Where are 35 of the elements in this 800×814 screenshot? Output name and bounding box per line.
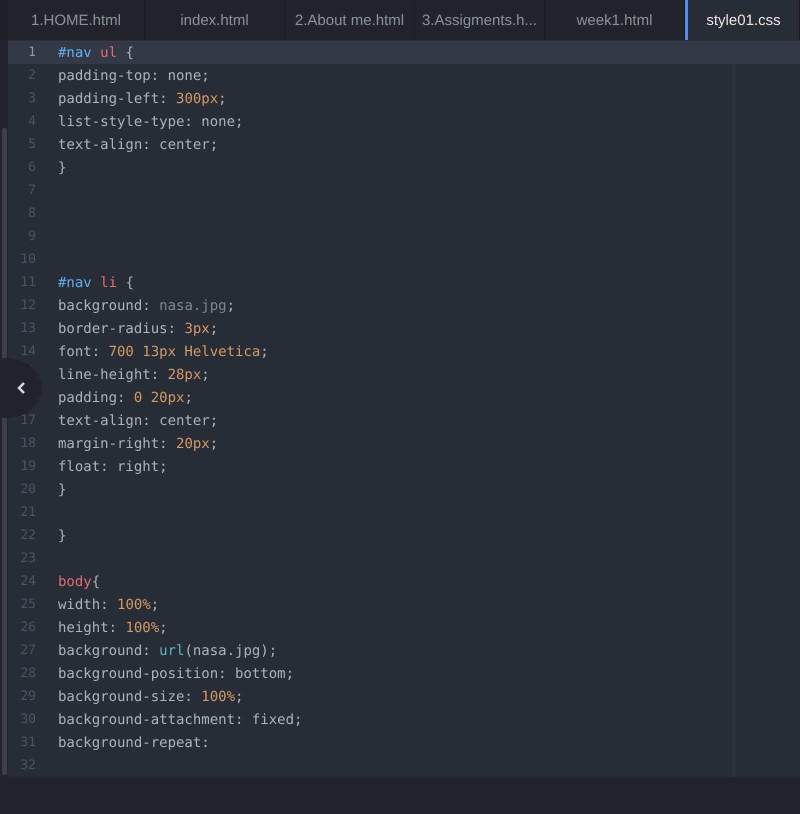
code-line: float: right;	[58, 458, 168, 474]
line-number: 1	[27, 45, 36, 60]
code-line: padding: 0 20px;	[58, 390, 193, 406]
chevron-left-icon	[16, 381, 26, 395]
code-line: margin-right: 20px;	[58, 436, 218, 452]
code-line: }	[58, 160, 66, 176]
code-line: font: 700 13px Helvetica;	[58, 344, 269, 360]
code-line: background-attachment: fixed;	[58, 712, 302, 728]
code-line: padding-left: 300px;	[58, 90, 227, 106]
code-line: #nav li {	[58, 274, 134, 290]
code-line: background: nasa.jpg;	[58, 298, 236, 314]
file-tab[interactable]: style01.css	[685, 0, 800, 40]
code-line: #nav ul {	[58, 44, 134, 60]
code-line: height: 100%;	[58, 620, 168, 636]
code-line: }	[58, 482, 66, 498]
code-line: background-size: 100%;	[58, 688, 244, 704]
code-line: }	[58, 528, 66, 544]
code-line: background-repeat:	[58, 734, 210, 750]
code-line: border-radius: 3px;	[58, 320, 218, 336]
file-tab[interactable]: week1.html	[545, 0, 685, 40]
file-tab[interactable]: 3.Assigments.h...	[415, 0, 545, 40]
scrollbar-thumb[interactable]	[2, 128, 7, 775]
code-line: background-position: bottom;	[58, 666, 294, 682]
code-line: width: 100%;	[58, 596, 160, 612]
code-line: text-align: center;	[58, 136, 218, 152]
code-line: background: url(nasa.jpg);	[58, 642, 278, 658]
code-line: list-style-type: none;	[58, 114, 244, 130]
code-line: body{	[58, 574, 100, 590]
code-line: text-align: center;	[58, 412, 218, 428]
file-tab[interactable]: 1.HOME.html	[8, 0, 145, 40]
file-tab[interactable]: index.html	[145, 0, 285, 40]
file-tab[interactable]: 2.About me.html	[285, 0, 415, 40]
code-editor[interactable]	[0, 40, 800, 777]
code-line: padding-top: none;	[58, 68, 210, 84]
code-line: line-height: 28px;	[58, 366, 210, 382]
